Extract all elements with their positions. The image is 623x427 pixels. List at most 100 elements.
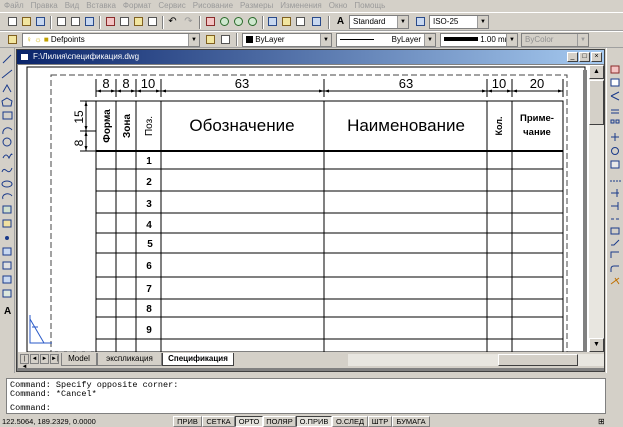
close-button[interactable]: × bbox=[591, 52, 602, 62]
lineweight-toggle[interactable]: ШТР bbox=[368, 416, 392, 427]
redo-icon[interactable]: ↷ bbox=[182, 15, 195, 28]
menu-modify[interactable]: Изменения bbox=[276, 0, 324, 12]
design-center-icon[interactable] bbox=[280, 15, 293, 28]
vertical-scroll-thumb[interactable] bbox=[589, 80, 604, 125]
next-tab-button[interactable]: ► bbox=[40, 354, 49, 364]
zoom-previous-icon[interactable] bbox=[246, 15, 259, 28]
undo-icon[interactable]: ↶ bbox=[166, 15, 179, 28]
polar-toggle[interactable]: ПОЛЯР bbox=[263, 416, 296, 427]
menu-view[interactable]: Вид bbox=[61, 0, 82, 12]
layer-previous-icon[interactable] bbox=[219, 33, 232, 46]
point-tool-icon[interactable] bbox=[5, 236, 9, 240]
menu-tools[interactable]: Сервис bbox=[154, 0, 188, 12]
gradient-tool-icon[interactable] bbox=[2, 261, 12, 270]
prev-tab-button[interactable]: ◄ bbox=[30, 354, 39, 364]
tab-ekspl[interactable]: экспликация bbox=[97, 353, 162, 366]
maximize-button[interactable]: □ bbox=[579, 52, 590, 62]
scroll-up-button[interactable]: ▲ bbox=[589, 65, 604, 79]
copy-object-icon[interactable] bbox=[610, 78, 620, 87]
paste-icon[interactable] bbox=[132, 15, 145, 28]
rotate-icon[interactable] bbox=[611, 147, 619, 155]
table-tool-icon[interactable] bbox=[2, 289, 12, 298]
vertical-scrollbar[interactable]: ▲ ▼ bbox=[589, 65, 604, 352]
snap-toggle[interactable]: ПРИВ bbox=[173, 416, 202, 427]
new-file-icon[interactable] bbox=[6, 15, 19, 28]
circle-tool-icon[interactable] bbox=[2, 137, 12, 147]
scale-icon[interactable] bbox=[610, 160, 620, 169]
region-tool-icon[interactable] bbox=[2, 275, 12, 284]
erase-icon[interactable] bbox=[610, 65, 620, 74]
first-tab-button[interactable]: |◄ bbox=[20, 354, 29, 370]
insert-block-icon[interactable] bbox=[2, 205, 12, 214]
polyline-tool-icon[interactable] bbox=[2, 83, 12, 93]
ellipse-tool-icon[interactable] bbox=[1, 180, 13, 188]
make-block-icon[interactable] bbox=[2, 219, 12, 228]
layer-select[interactable]: ♀ ☼ ■ Defpoints ▼ bbox=[22, 33, 200, 47]
properties-icon[interactable] bbox=[266, 15, 279, 28]
spline-tool-icon[interactable] bbox=[1, 167, 13, 173]
match-properties-icon[interactable] bbox=[146, 15, 159, 28]
tab-model[interactable]: Model bbox=[61, 353, 97, 366]
break-icon[interactable] bbox=[610, 227, 620, 235]
text-style-select[interactable]: Standard ▼ bbox=[349, 15, 409, 29]
tab-specifikaciya[interactable]: Спецификация bbox=[162, 353, 234, 366]
chamfer-icon[interactable] bbox=[610, 251, 619, 258]
ellipse-arc-icon[interactable] bbox=[2, 193, 13, 200]
menu-window[interactable]: Окно bbox=[325, 0, 351, 12]
menu-help[interactable]: Помощь bbox=[350, 0, 388, 12]
grid-toggle[interactable]: СЕТКА bbox=[202, 416, 235, 427]
layer-manager-icon[interactable] bbox=[6, 33, 19, 46]
menu-dimension[interactable]: Размеры bbox=[236, 0, 276, 12]
copy-icon[interactable] bbox=[118, 15, 131, 28]
menu-format[interactable]: Формат bbox=[119, 0, 154, 12]
rectangle-tool-icon[interactable] bbox=[2, 111, 13, 120]
ortho-toggle[interactable]: ОРТО bbox=[235, 416, 263, 427]
save-icon[interactable] bbox=[34, 15, 47, 28]
tool-palettes-icon[interactable] bbox=[294, 15, 307, 28]
publish-icon[interactable] bbox=[83, 15, 96, 28]
dim-style-select[interactable]: ISO-25 ▼ bbox=[429, 15, 489, 29]
open-file-icon[interactable] bbox=[20, 15, 33, 28]
menu-edit[interactable]: Правка bbox=[27, 0, 61, 12]
color-select[interactable]: ByLayer ▼ bbox=[242, 33, 332, 47]
polygon-tool-icon[interactable] bbox=[1, 97, 13, 107]
paper-toggle[interactable]: БУМАГА bbox=[392, 416, 430, 427]
menu-draw[interactable]: Рисование bbox=[189, 0, 236, 12]
mirror-icon[interactable] bbox=[610, 91, 620, 101]
zoom-window-icon[interactable] bbox=[232, 15, 245, 28]
fillet-icon[interactable] bbox=[610, 265, 619, 272]
minimize-button[interactable]: _ bbox=[567, 52, 578, 62]
move-icon[interactable] bbox=[611, 133, 619, 141]
construction-line-icon[interactable] bbox=[1, 69, 13, 79]
hatch-tool-icon[interactable] bbox=[2, 247, 12, 256]
zoom-realtime-icon[interactable] bbox=[218, 15, 231, 28]
pan-icon[interactable] bbox=[204, 15, 217, 28]
tray-icon[interactable]: ⊞ bbox=[598, 416, 605, 427]
otrack-toggle[interactable]: О.СЛЕД bbox=[332, 416, 368, 427]
arc-tool-icon[interactable] bbox=[2, 127, 13, 135]
array-icon[interactable] bbox=[610, 119, 615, 124]
join-icon[interactable] bbox=[611, 239, 620, 246]
linetype-select[interactable]: ByLayer ▼ bbox=[336, 33, 436, 47]
menu-insert[interactable]: Вставка bbox=[82, 0, 119, 12]
horizontal-scrollbar[interactable] bbox=[348, 354, 604, 366]
explode-icon[interactable] bbox=[610, 277, 620, 285]
lineweight-select[interactable]: 1.00 mm ▼ bbox=[440, 33, 518, 47]
paper-space-viewport[interactable]: 8 8 10 63 63 10 20 15 8 Форма Зона Поз. … bbox=[18, 65, 589, 352]
menu-file[interactable]: Файл bbox=[0, 0, 27, 12]
plot-style-select[interactable]: ByColor ▼ bbox=[521, 33, 589, 47]
multiline-text-icon[interactable]: A bbox=[4, 306, 11, 317]
last-tab-button[interactable]: ►| bbox=[50, 354, 59, 364]
cut-icon[interactable] bbox=[104, 15, 117, 28]
line-tool-icon[interactable] bbox=[2, 54, 12, 64]
scroll-down-button[interactable]: ▼ bbox=[589, 338, 604, 352]
revision-cloud-icon[interactable] bbox=[2, 153, 13, 160]
extend-icon[interactable] bbox=[611, 202, 619, 210]
make-current-layer-icon[interactable] bbox=[204, 33, 217, 46]
print-preview-icon[interactable] bbox=[69, 15, 82, 28]
horizontal-scroll-thumb[interactable] bbox=[498, 354, 578, 366]
command-line[interactable]: Command: Specify opposite corner: Comman… bbox=[6, 378, 606, 414]
trim-icon[interactable] bbox=[611, 189, 619, 197]
help-icon[interactable] bbox=[310, 15, 323, 28]
command-prompt[interactable]: Command: bbox=[10, 404, 51, 413]
